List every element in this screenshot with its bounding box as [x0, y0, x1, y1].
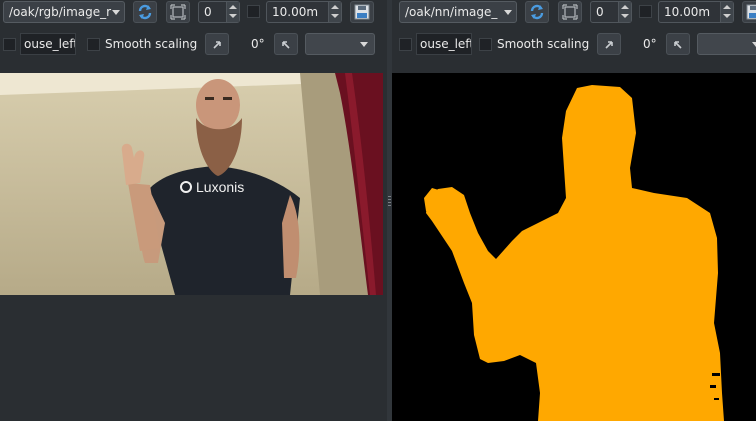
rotate-left-icon [213, 41, 221, 49]
refresh-icon [138, 4, 152, 20]
left-max-value: 10.00m [272, 5, 319, 19]
right-mouse-topic-field[interactable]: ouse_left [416, 33, 472, 55]
left-image-view-panel: /oak/rgb/image_r 0 10.00m ouse_left Smoo… [0, 0, 387, 421]
left-normalize-checkbox[interactable] [247, 5, 260, 18]
left-save-image-button[interactable] [350, 1, 374, 23]
right-refresh-button[interactable] [525, 1, 549, 23]
right-toolbar-top: /oak/nn/image_ 0 10.00m [392, 0, 756, 28]
right-zoom-fit-button[interactable] [558, 1, 582, 23]
right-color-scheme-dropdown[interactable] [697, 33, 756, 55]
rotate-left-icon [605, 41, 613, 49]
right-save-image-button[interactable] [742, 1, 756, 23]
right-rotate-left-button[interactable] [597, 33, 621, 55]
right-topic-text: /oak/nn/image_ [405, 5, 498, 19]
left-zoom-fit-button[interactable] [166, 1, 190, 23]
camera-frame: Luxonis [0, 73, 383, 295]
right-mouse-checkbox[interactable] [399, 38, 412, 51]
left-toolbar-top: /oak/rgb/image_r 0 10.00m [0, 0, 387, 28]
spin-down-icon [621, 14, 629, 18]
left-smooth-scaling-checkbox[interactable] [87, 38, 100, 51]
splitter-grip-icon [388, 196, 391, 208]
right-mouse-label: ouse_left [420, 37, 472, 51]
left-mouse-checkbox[interactable] [3, 38, 16, 51]
right-rotate-right-button[interactable] [666, 33, 690, 55]
right-smooth-scaling-label: Smooth scaling [497, 37, 590, 51]
spin-down-icon [331, 14, 339, 18]
zoom-fit-icon [170, 4, 186, 20]
spin-up-icon [723, 5, 731, 9]
refresh-icon [530, 4, 544, 20]
right-max-spin-buttons[interactable] [720, 2, 733, 22]
left-rotate-left-button[interactable] [205, 33, 229, 55]
chevron-down-icon [360, 42, 368, 47]
left-rotate-right-button[interactable] [274, 33, 298, 55]
right-image-view-panel: /oak/nn/image_ 0 10.00m ouse_left Smooth… [392, 0, 756, 421]
right-topic-dropdown[interactable]: /oak/nn/image_ [399, 1, 517, 23]
spin-up-icon [229, 5, 237, 9]
right-offset-value: 0 [596, 5, 604, 19]
left-offset-spinbox[interactable]: 0 [198, 1, 240, 23]
left-rotation-value: 0° [251, 37, 265, 51]
left-mouse-topic-field[interactable]: ouse_left [20, 33, 76, 55]
chevron-down-icon [112, 10, 120, 15]
rotate-right-icon [282, 41, 290, 49]
right-max-value: 10.00m [664, 5, 711, 19]
spin-down-icon [229, 14, 237, 18]
chevron-down-icon [504, 10, 512, 15]
right-max-spinbox[interactable]: 10.00m [658, 1, 734, 23]
left-offset-value: 0 [204, 5, 212, 19]
right-rotation-value: 0° [643, 37, 657, 51]
rgb-camera-image: Luxonis [0, 73, 383, 295]
left-mouse-label: ouse_left [24, 37, 76, 51]
right-toolbar-bottom: ouse_left Smooth scaling 0° [392, 30, 756, 58]
mask-frame [392, 73, 756, 421]
zoom-fit-icon [562, 4, 578, 20]
rotate-right-icon [674, 41, 682, 49]
save-image-icon [746, 4, 756, 20]
right-smooth-scaling-checkbox[interactable] [479, 38, 492, 51]
right-normalize-checkbox[interactable] [639, 5, 652, 18]
left-max-spinbox[interactable]: 10.00m [266, 1, 342, 23]
spin-up-icon [621, 5, 629, 9]
left-refresh-button[interactable] [133, 1, 157, 23]
right-offset-spinbox[interactable]: 0 [590, 1, 632, 23]
right-offset-spin-buttons[interactable] [618, 2, 631, 22]
spin-down-icon [723, 14, 731, 18]
segmentation-mask-image [392, 73, 756, 421]
left-offset-spin-buttons[interactable] [226, 2, 239, 22]
left-topic-text: /oak/rgb/image_r [9, 5, 112, 19]
left-max-spin-buttons[interactable] [328, 2, 341, 22]
left-smooth-scaling-label: Smooth scaling [105, 37, 198, 51]
left-topic-dropdown[interactable]: /oak/rgb/image_r [3, 1, 125, 23]
shirt-logo-text: Luxonis [196, 179, 244, 195]
save-image-icon [354, 4, 370, 20]
left-color-scheme-dropdown[interactable] [305, 33, 375, 55]
left-toolbar-bottom: ouse_left Smooth scaling 0° [0, 30, 387, 58]
chevron-down-icon [752, 42, 756, 47]
spin-up-icon [331, 5, 339, 9]
